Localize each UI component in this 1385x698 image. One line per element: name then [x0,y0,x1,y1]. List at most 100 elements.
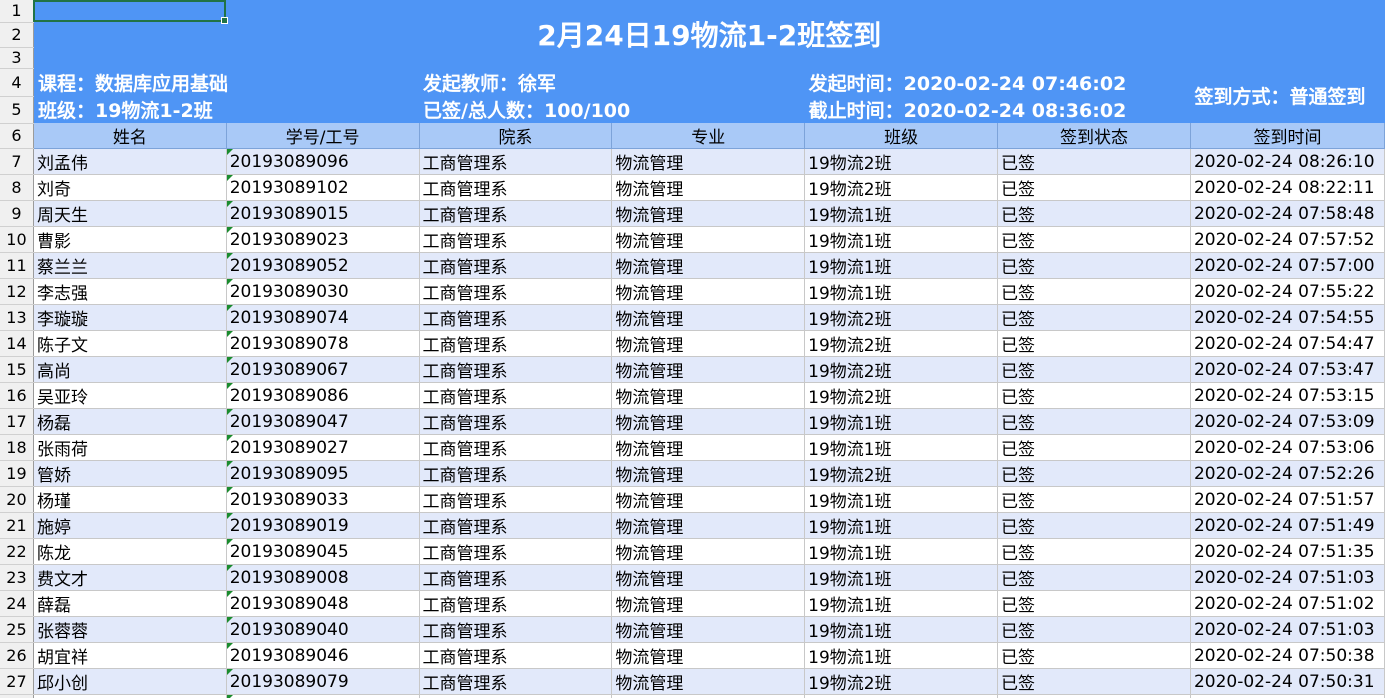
cell-major[interactable]: 物流管理 [611,252,806,279]
cell-class[interactable]: 19物流1班 [804,408,999,435]
cell-class[interactable]: 19物流2班 [804,356,999,383]
header-time[interactable]: 签到时间 [1190,123,1385,149]
cell-name[interactable]: 杨磊 [33,408,227,435]
cell-class[interactable]: 19物流1班 [804,642,999,669]
row-header[interactable]: 3 [0,47,34,69]
cell-name[interactable]: 刘奇 [33,174,227,201]
header-major[interactable]: 专业 [611,123,806,149]
start-time-info[interactable]: 发起时间：2020-02-24 07:46:02 [804,68,1191,96]
cell-name[interactable]: 张蓉蓉 [33,616,227,643]
cell-student-id[interactable]: 20193089102 [226,174,420,201]
cell-student-id[interactable]: 20193089096 [226,148,420,175]
row-header[interactable]: 8 [0,174,34,201]
cell-time[interactable]: 2020-02-24 07:54:47 [1190,330,1385,357]
cell-student-id[interactable]: 20193089095 [226,460,420,487]
cell-major[interactable]: 物流管理 [611,278,806,305]
header-status[interactable]: 签到状态 [997,123,1191,149]
cell-major[interactable]: 物流管理 [611,434,806,461]
teacher-info[interactable]: 发起教师：徐军 [419,68,805,96]
cell-time[interactable]: 2020-02-24 07:53:47 [1190,356,1385,383]
row-header[interactable]: 25 [0,616,34,643]
cell-department[interactable]: 工商管理系 [419,616,613,643]
cell-major[interactable]: 物流管理 [611,148,806,175]
cell-student-id[interactable]: 20193089023 [226,226,420,253]
cell-time[interactable]: 2020-02-24 07:55:22 [1190,278,1385,305]
cell-student-id[interactable]: 20193089008 [226,564,420,591]
row-header[interactable]: 4 [0,68,34,97]
cell-department[interactable]: 工商管理系 [419,408,613,435]
cell-department[interactable]: 工商管理系 [419,148,613,175]
cell-time[interactable]: 2020-02-24 08:22:11 [1190,174,1385,201]
cell-time[interactable]: 2020-02-24 07:50:22 [1190,694,1385,698]
row-header[interactable]: 17 [0,408,34,435]
cell-major[interactable]: 物流管理 [611,668,806,695]
row-header[interactable]: 21 [0,512,34,539]
cell-student-id[interactable]: 20193089033 [226,486,420,513]
cell-time[interactable]: 2020-02-24 07:52:26 [1190,460,1385,487]
row-header[interactable]: 11 [0,252,34,279]
cell-major[interactable]: 物流管理 [611,538,806,565]
cell-name[interactable]: 王小琴 [33,694,227,698]
cell-time[interactable]: 2020-02-24 07:53:09 [1190,408,1385,435]
cell-time[interactable]: 2020-02-24 07:54:55 [1190,304,1385,331]
cell-name[interactable]: 高尚 [33,356,227,383]
cell-major[interactable]: 物流管理 [611,616,806,643]
cell-class[interactable]: 19物流2班 [804,330,999,357]
row-header[interactable]: 10 [0,226,34,253]
cell-class[interactable]: 19物流1班 [804,538,999,565]
cell-department[interactable]: 工商管理系 [419,434,613,461]
cell-department[interactable]: 工商管理系 [419,252,613,279]
cell-time[interactable]: 2020-02-24 07:51:35 [1190,538,1385,565]
cell-status[interactable]: 已签 [997,252,1191,279]
cell-department[interactable]: 工商管理系 [419,694,613,698]
cell-name[interactable]: 陈龙 [33,538,227,565]
cell-name[interactable]: 杨瑾 [33,486,227,513]
cell-major[interactable]: 物流管理 [611,304,806,331]
row-header[interactable]: 13 [0,304,34,331]
cell-major[interactable]: 物流管理 [611,174,806,201]
cell-time[interactable]: 2020-02-24 07:51:02 [1190,590,1385,617]
cell-student-id[interactable]: 20193089086 [226,382,420,409]
class-info[interactable]: 班级：19物流1-2班 [33,96,420,123]
cell-status[interactable]: 已签 [997,564,1191,591]
cell-department[interactable]: 工商管理系 [419,564,613,591]
cell-major[interactable]: 物流管理 [611,694,806,698]
cell-student-id[interactable]: 20193089052 [226,252,420,279]
cell-student-id[interactable]: 20193089079 [226,668,420,695]
cell-status[interactable]: 已签 [997,538,1191,565]
cell-status[interactable]: 已签 [997,616,1191,643]
cell-student-id[interactable]: 20193089030 [226,278,420,305]
cell-status[interactable]: 已签 [997,174,1191,201]
cell-time[interactable]: 2020-02-24 07:57:52 [1190,226,1385,253]
cell-class[interactable]: 19物流2班 [804,668,999,695]
cell-major[interactable]: 物流管理 [611,200,806,227]
row-header[interactable]: 19 [0,460,34,487]
cell-status[interactable]: 已签 [997,512,1191,539]
cell-status[interactable]: 已签 [997,642,1191,669]
cell-class[interactable]: 19物流1班 [804,616,999,643]
cell-department[interactable]: 工商管理系 [419,512,613,539]
cell-department[interactable]: 工商管理系 [419,590,613,617]
cell-status[interactable]: 已签 [997,694,1191,698]
cell-student-id[interactable]: 20193089048 [226,590,420,617]
cell-name[interactable]: 张雨荷 [33,434,227,461]
sheet-title-cell[interactable]: 2月24日19物流1-2班签到 [33,0,1385,68]
cell-department[interactable]: 工商管理系 [419,382,613,409]
cell-status[interactable]: 已签 [997,434,1191,461]
cell-time[interactable]: 2020-02-24 07:51:57 [1190,486,1385,513]
cell-class[interactable]: 19物流1班 [804,590,999,617]
cell-student-id[interactable]: 20193089046 [226,642,420,669]
cell-class[interactable]: 19物流2班 [804,460,999,487]
cell-status[interactable]: 已签 [997,382,1191,409]
cell-time[interactable]: 2020-02-24 07:51:49 [1190,512,1385,539]
cell-class[interactable]: 19物流1班 [804,512,999,539]
cell-department[interactable]: 工商管理系 [419,278,613,305]
row-header[interactable]: 28 [0,694,34,698]
row-header[interactable]: 22 [0,538,34,565]
cell-major[interactable]: 物流管理 [611,564,806,591]
cell-department[interactable]: 工商管理系 [419,668,613,695]
cell-department[interactable]: 工商管理系 [419,174,613,201]
cell-time[interactable]: 2020-02-24 08:26:10 [1190,148,1385,175]
cell-department[interactable]: 工商管理系 [419,304,613,331]
cell-name[interactable]: 陈子文 [33,330,227,357]
